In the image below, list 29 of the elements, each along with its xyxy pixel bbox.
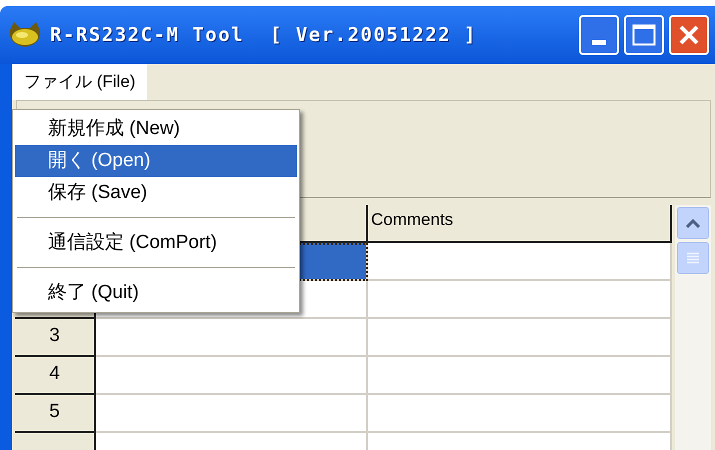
close-button[interactable] (669, 15, 709, 55)
maximize-icon (632, 24, 656, 46)
menu-item[interactable]: 終了 (Quit) (15, 277, 297, 309)
row-header: 5 (15, 395, 96, 433)
menu-item[interactable]: 新規作成 (New) (15, 113, 297, 145)
row-header: 4 (15, 357, 96, 395)
scroll-up-button[interactable] (677, 207, 709, 239)
table-cell[interactable] (96, 357, 368, 395)
table-cell[interactable] (368, 357, 672, 395)
minimize-icon (592, 40, 606, 45)
menu-bar-item[interactable]: ファイル (File) (12, 64, 148, 100)
grip-icon (687, 252, 699, 264)
table-cell[interactable] (96, 319, 368, 357)
app-logo-icon (8, 22, 42, 48)
table-cell[interactable] (368, 395, 672, 433)
table-cell[interactable] (96, 395, 368, 433)
menu-item[interactable]: 開く (Open) (15, 145, 297, 177)
table-cell[interactable] (368, 243, 672, 281)
menu-item[interactable]: 通信設定 (ComPort) (15, 227, 297, 259)
window-title: R-RS232C-M Tool [ Ver.20051222 ] (50, 22, 477, 48)
maximize-button[interactable] (624, 15, 664, 55)
table-cell[interactable] (368, 319, 672, 357)
menu-item[interactable]: 保存 (Save) (15, 177, 297, 209)
column-header: Comments (368, 205, 672, 243)
close-icon (678, 24, 700, 46)
scroll-thumb[interactable] (677, 242, 709, 274)
row-header: 3 (15, 319, 96, 357)
table-cell[interactable] (368, 281, 672, 319)
minimize-button[interactable] (579, 15, 619, 55)
